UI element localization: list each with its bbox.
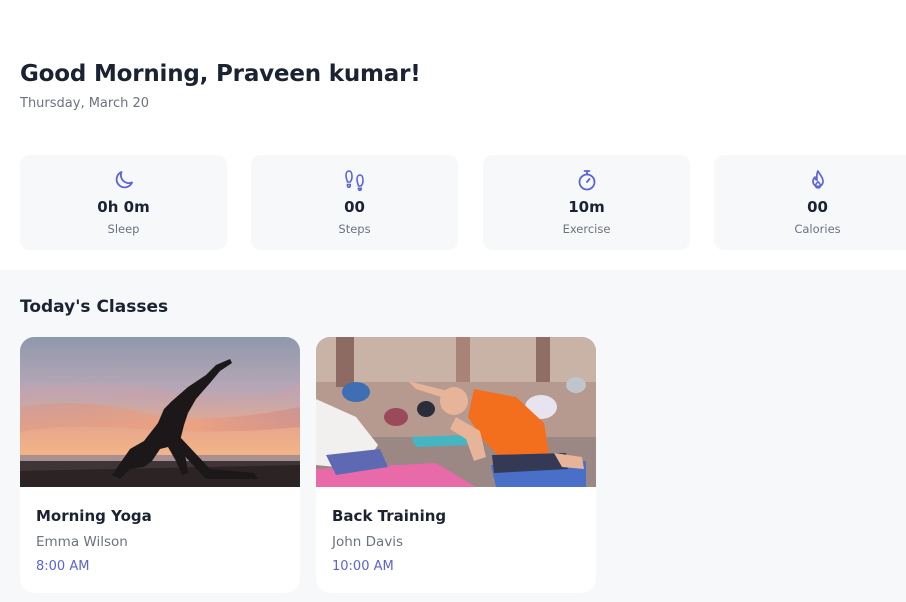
stat-card-calories[interactable]: 00 Calories (714, 155, 906, 250)
back-training-photo (316, 337, 596, 487)
stat-value: 00 (807, 198, 828, 216)
stopwatch-icon (578, 170, 595, 191)
class-name: Back Training (332, 507, 447, 525)
stat-value: 00 (344, 198, 365, 216)
class-instructor: John Davis (332, 534, 404, 550)
stat-label: Steps (338, 222, 371, 236)
moon-icon (115, 171, 133, 189)
yoga-photo (20, 337, 300, 487)
stat-label: Calories (794, 222, 841, 236)
class-time: 8:00 AM (36, 559, 90, 574)
flame-icon (811, 170, 824, 189)
class-time: 10:00 AM (332, 559, 394, 574)
class-card-morning-yoga[interactable]: Morning Yoga Emma Wilson 8:00 AM (20, 337, 300, 593)
stat-label: Sleep (107, 222, 140, 236)
stat-card-exercise[interactable]: 10m Exercise (483, 155, 690, 250)
greeting-title: Good Morning, Praveen kumar! (20, 61, 421, 87)
class-name: Morning Yoga (36, 507, 152, 525)
stat-label: Exercise (562, 222, 611, 236)
stat-value: 0h 0m (97, 198, 150, 216)
header-section: Good Morning, Praveen kumar! Thursday, M… (0, 0, 906, 270)
classes-section: Today's Classes Morning Yoga Emma Wilson… (0, 270, 906, 602)
stat-card-steps[interactable]: 00 Steps (251, 155, 458, 250)
section-title: Today's Classes (20, 297, 169, 317)
current-date: Thursday, March 20 (20, 96, 150, 111)
stat-value: 10m (568, 198, 605, 216)
stat-card-sleep[interactable]: 0h 0m Sleep (20, 155, 227, 250)
footsteps-icon (344, 170, 364, 192)
class-card-back-training[interactable]: Back Training John Davis 10:00 AM (316, 337, 596, 593)
class-instructor: Emma Wilson (36, 534, 128, 550)
